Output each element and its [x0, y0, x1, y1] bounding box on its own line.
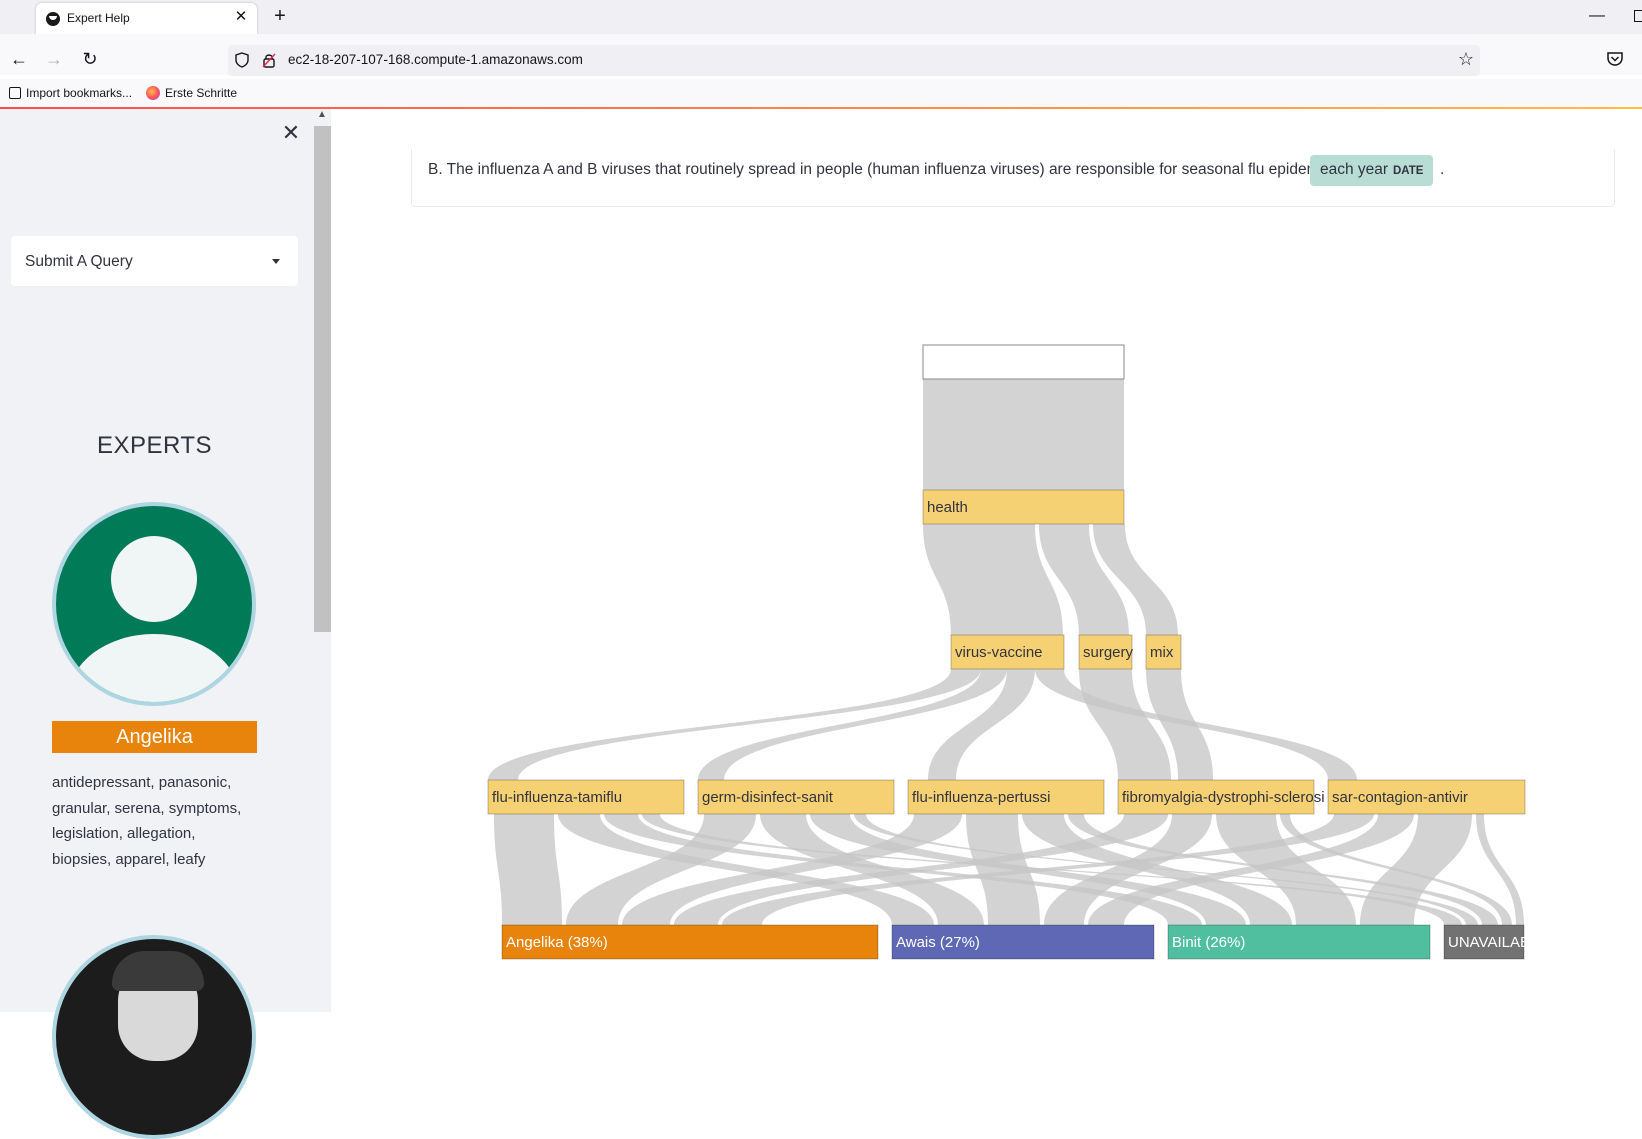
window-maximize-icon[interactable] [1634, 10, 1642, 22]
firefox-icon [146, 86, 160, 100]
bookmarks-toolbar [0, 79, 1642, 107]
bookmark-star-icon[interactable]: ☆ [1456, 49, 1476, 69]
expert-name-badge: Angelika [52, 721, 257, 753]
new-tab-icon[interactable]: + [270, 5, 290, 27]
dropdown-caret-icon[interactable] [272, 259, 280, 264]
topic-flu-influenza-pertussi-label: flu-influenza-pertussi [912, 789, 1050, 806]
expert-keywords: antidepressant, panasonic, granular, ser… [52, 774, 242, 868]
tab-close-icon[interactable]: ✕ [233, 9, 249, 25]
url-text[interactable]: ec2-18-207-107-168.compute-1.amazonaws.c… [288, 52, 583, 67]
expert-angelika-label: Angelika (38%) [506, 934, 608, 951]
bookmark-erste-schritte[interactable]: Erste Schritte [165, 86, 237, 100]
shield-icon[interactable] [235, 52, 249, 68]
expert-photo [52, 935, 256, 1139]
topic-health-label: health [927, 499, 968, 516]
experts-heading: EXPERTS [96, 432, 213, 459]
tab-title: Expert Help [67, 11, 130, 25]
forward-arrow-icon[interactable]: → [43, 48, 65, 70]
query-select-value: Submit A Query [25, 253, 133, 270]
back-arrow-icon[interactable]: ← [8, 48, 30, 70]
expert-unavailable-label: UNAVAILABLE (8%) [1448, 934, 1584, 951]
site-favicon-icon [46, 12, 60, 26]
sankey-link-vv-tamiflu [488, 669, 981, 780]
browser-tab[interactable]: Expert Help ✕ [36, 3, 257, 34]
topic-sar-contagion-antivir-label: sar-contagion-antivir [1332, 789, 1468, 806]
bookmark-import[interactable]: Import bookmarks... [26, 86, 132, 100]
topic-virus-vaccine-label: virus-vaccine [955, 644, 1043, 661]
topic-fibromyalgia-dystrophi-sclerosi-label: fibromyalgia-dystrophi-sclerosi [1122, 789, 1325, 806]
expert-avatar [52, 502, 256, 706]
expert-awais-label: Awais (27%) [896, 934, 980, 951]
import-icon [9, 87, 21, 99]
topic-germ-disinfect-sanit-label: germ-disinfect-sanit [702, 789, 834, 806]
scroll-up-arrow-icon[interactable]: ▲ [316, 109, 328, 121]
insecure-lock-icon[interactable] [262, 52, 276, 68]
expert-binit-label: Binit (26%) [1172, 934, 1245, 951]
sidebar-scroll-thumb[interactable] [314, 126, 331, 632]
window-minimize-icon[interactable]: — [1587, 4, 1607, 28]
topic-surgery-label: surgery [1083, 644, 1134, 661]
sankey-root-node[interactable] [922, 344, 1125, 380]
sankey-link-root-health [923, 379, 1124, 490]
reload-icon[interactable]: ↻ [79, 48, 101, 70]
pocket-icon[interactable] [1605, 49, 1625, 69]
expert-sankey-chart: health virus-vaccine surgery mix flu-influen… [487, 344, 1584, 960]
sankey-link-topic0-expert0 [494, 814, 562, 925]
close-sidebar-icon[interactable]: ✕ [279, 121, 303, 145]
topic-mix-label: mix [1150, 644, 1174, 661]
topic-flu-influenza-tamiflu-label: flu-influenza-tamiflu [492, 789, 622, 806]
